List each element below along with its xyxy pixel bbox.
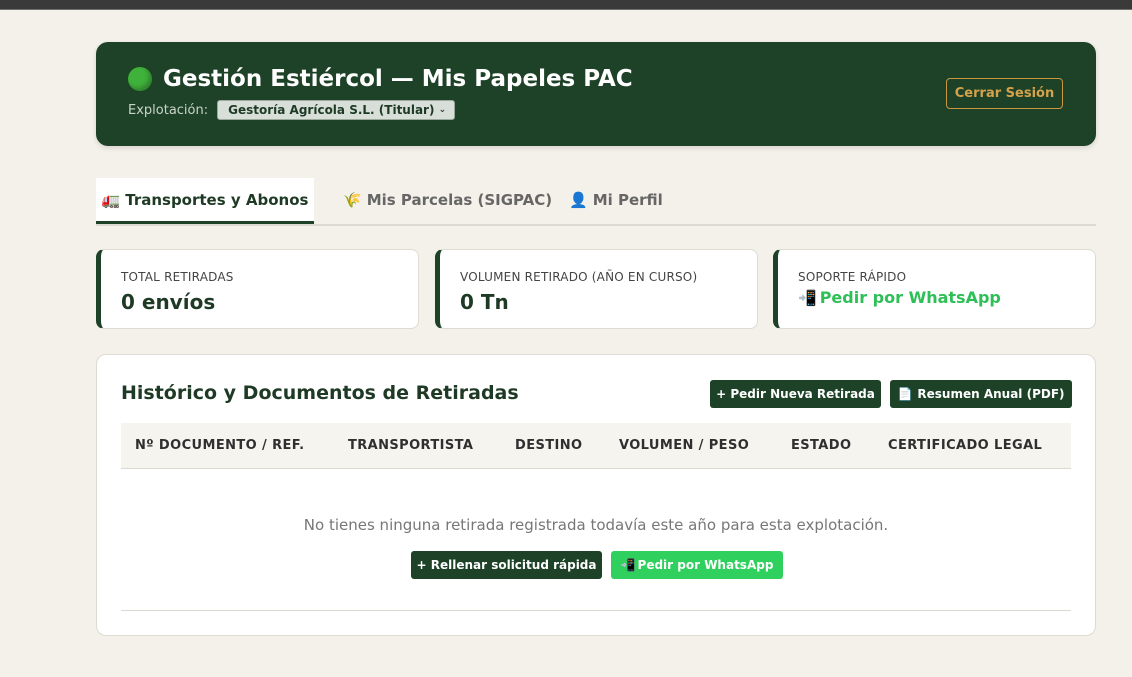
window-top-bar (0, 0, 1132, 10)
stat-card-soporte: SOPORTE RÁPIDO 📲 Pedir por WhatsApp (773, 249, 1096, 329)
document-icon: 📄 (897, 387, 913, 401)
tab-label: Transportes y Abonos (125, 190, 309, 209)
column-header: DESTINO (515, 438, 583, 453)
chevron-down-icon: ⌄ (438, 105, 447, 115)
app-title: Gestión Estiércol — Mis Papeles PAC (128, 66, 633, 92)
app-title-text: Gestión Estiércol — Mis Papeles PAC (163, 66, 633, 92)
annual-summary-pdf-button[interactable]: 📄 Resumen Anual (PDF) (890, 380, 1072, 408)
user-icon: 👤 (569, 191, 588, 209)
explotacion-select[interactable]: Gestoría Agrícola S.L. (Titular) ⌄ (217, 100, 456, 120)
mobile-phone-icon: 📲 (798, 288, 817, 307)
column-header: ESTADO (791, 438, 852, 453)
empty-state-message: No tienes ninguna retirada registrada to… (303, 516, 889, 534)
whatsapp-link-label: Pedir por WhatsApp (819, 288, 1001, 307)
pdf-button-label: Resumen Anual (PDF) (917, 387, 1065, 401)
whatsapp-button-label: Pedir por WhatsApp (637, 558, 774, 572)
column-header: CERTIFICADO LEGAL (888, 438, 1043, 453)
table-divider (121, 610, 1071, 611)
stat-value: 0 envíos (121, 290, 216, 314)
column-header: Nº DOCUMENTO / REF. (135, 438, 305, 453)
green-circle-icon (128, 67, 152, 91)
explotacion-selected-value: Gestoría Agrícola S.L. (Titular) (228, 103, 435, 117)
tab-parcelas[interactable]: 🌾 Mis Parcelas (SIGPAC) (343, 178, 552, 222)
whatsapp-request-button[interactable]: 📲 Pedir por WhatsApp (611, 551, 783, 579)
history-panel: Histórico y Documentos de Retiradas + Pe… (96, 354, 1096, 636)
app-header: Gestión Estiércol — Mis Papeles PAC Expl… (96, 42, 1096, 146)
stat-label: SOPORTE RÁPIDO (798, 270, 907, 284)
quick-request-button[interactable]: + Rellenar solicitud rápida (411, 551, 602, 579)
tab-transportes[interactable]: 🚛 Transportes y Abonos (96, 178, 314, 224)
logout-button[interactable]: Cerrar Sesión (946, 78, 1063, 109)
truck-icon: 🚛 (101, 190, 121, 209)
table-header: Nº DOCUMENTO / REF. TRANSPORTISTA DESTIN… (121, 423, 1071, 469)
column-header: VOLUMEN / PESO (619, 438, 750, 453)
mobile-phone-icon: 📲 (620, 558, 636, 572)
tab-bar: 🚛 Transportes y Abonos 🌾 Mis Parcelas (S… (96, 178, 1096, 226)
stat-card-volumen: VOLUMEN RETIRADO (AÑO EN CURSO) 0 Tn (435, 249, 758, 329)
explotacion-selector: Explotación: Gestoría Agrícola S.L. (Tit… (128, 100, 456, 120)
stat-label: VOLUMEN RETIRADO (AÑO EN CURSO) (460, 270, 698, 284)
new-retirada-button[interactable]: + Pedir Nueva Retirada (710, 380, 881, 408)
tab-perfil[interactable]: 👤 Mi Perfil (569, 178, 663, 222)
stat-card-total-retiradas: TOTAL RETIRADAS 0 envíos (96, 249, 419, 329)
whatsapp-support-link[interactable]: 📲 Pedir por WhatsApp (798, 288, 1001, 307)
explotacion-label: Explotación: (128, 102, 209, 118)
stat-label: TOTAL RETIRADAS (121, 270, 234, 284)
tab-label: Mi Perfil (592, 191, 663, 209)
column-header: TRANSPORTISTA (348, 438, 474, 453)
tab-label: Mis Parcelas (SIGPAC) (366, 191, 553, 209)
panel-title: Histórico y Documentos de Retiradas (121, 382, 519, 404)
stat-value: 0 Tn (460, 290, 509, 314)
wheat-icon: 🌾 (343, 191, 362, 209)
